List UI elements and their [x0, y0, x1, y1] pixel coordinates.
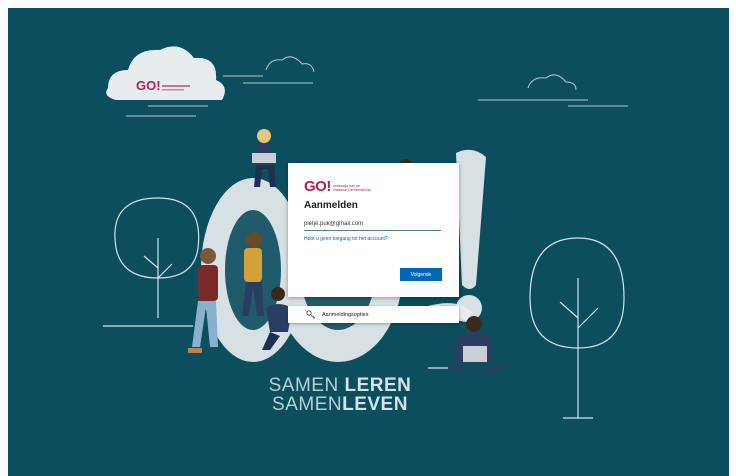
- person-right: [448, 316, 502, 372]
- signin-options-button[interactable]: Aanmeldingsopties: [288, 306, 459, 323]
- tagline-line-1: SAMEN LEREN: [268, 375, 412, 396]
- tree-right: [529, 237, 625, 419]
- brand-logo-text: GO!: [304, 178, 331, 195]
- cloud-lines-3: [126, 105, 208, 117]
- logo-cloud: GO!: [106, 46, 225, 100]
- tree-left: [114, 197, 200, 318]
- cloud-outline-1: [223, 56, 315, 84]
- signin-options-label: Aanmeldingsopties: [322, 311, 369, 318]
- brand-logo-subtitle: onderwijs van de Vlaamse Gemeenschap: [332, 184, 372, 192]
- tagline-line-2: SAMENLEVEN: [272, 394, 408, 415]
- signin-dialog: GO! onderwijs van de Vlaamse Gemeenschap…: [288, 163, 459, 297]
- svg-text:GO!: GO!: [136, 78, 161, 93]
- key-icon: [306, 309, 316, 319]
- exclamation-shape: [456, 149, 486, 289]
- brand-logo: GO! onderwijs van de Vlaamse Gemeenschap: [304, 178, 373, 194]
- person-top: [252, 129, 276, 187]
- no-access-link[interactable]: Hebt u geen toegang tot het account?: [304, 236, 388, 242]
- signin-title: Aanmelden: [304, 200, 358, 211]
- email-field[interactable]: [304, 218, 441, 231]
- cloud-outline-2: [478, 74, 628, 107]
- tagline: SAMEN LEREN SAMENLEVEN: [240, 376, 440, 414]
- next-button[interactable]: Volgende: [400, 268, 442, 281]
